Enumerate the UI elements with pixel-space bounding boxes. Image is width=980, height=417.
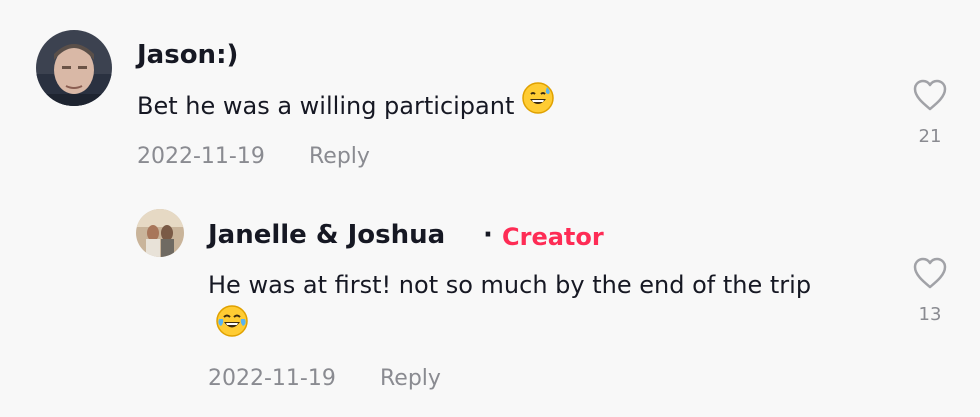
comment-like-button[interactable]: 21 [910,78,950,147]
reply-author-avatar[interactable] [136,209,184,257]
comment-text: Bet he was a willing participant [137,82,555,130]
comment-author-name[interactable]: Jason:) [137,40,238,70]
tears-of-joy-emoji-icon [216,305,248,351]
comment-like-count: 21 [918,126,942,147]
reply-text-content: He was at first! not so much by the end … [208,271,812,299]
reply-like-button[interactable]: 13 [910,256,950,325]
comment-text-content: Bet he was a willing participant [137,92,515,120]
heart-icon[interactable] [912,256,948,290]
reply-reply-button[interactable]: Reply [380,366,441,391]
creator-badge: Creator [502,223,604,251]
reply-text: He was at first! not so much by the end … [208,264,848,353]
separator-dot: · [483,220,493,250]
comment-reply-button[interactable]: Reply [309,144,370,169]
reply-like-count: 13 [918,304,942,325]
comment-author-avatar[interactable] [36,30,112,106]
heart-icon[interactable] [912,78,948,112]
reply-date: 2022-11-19 [208,366,336,391]
comment-date: 2022-11-19 [137,144,265,169]
sweat-smile-emoji-icon [522,82,555,128]
reply-author-name[interactable]: Janelle & Joshua [208,220,445,250]
